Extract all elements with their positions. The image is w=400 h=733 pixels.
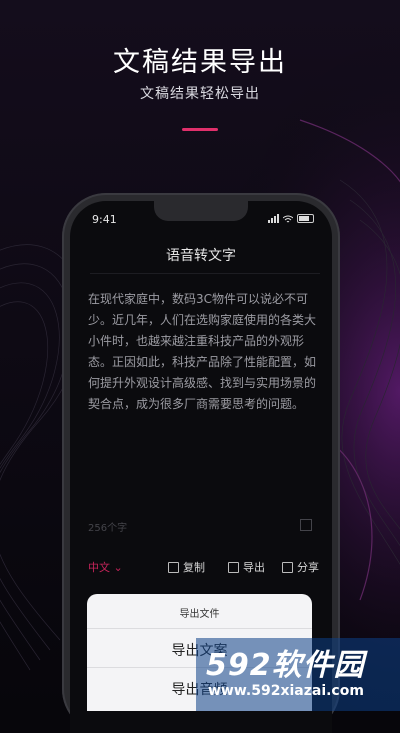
share-button[interactable]: 分享 [282, 559, 319, 575]
hero-subtitle: 文稿结果轻松导出 [140, 86, 260, 102]
hero-title: 文稿结果导出 [113, 47, 287, 78]
sheet-divider [87, 628, 312, 629]
wifi-icon [283, 215, 293, 222]
transcript-text[interactable]: 在现代家庭中，数码3C物件可以说必不可少。近几年，人们在选购家庭使用的各类大小件… [88, 289, 320, 415]
phone-notch [154, 201, 248, 221]
language-selector[interactable]: 中文 ⌄ [88, 559, 123, 575]
copy-label: 复制 [183, 561, 205, 574]
copy-icon [168, 561, 179, 573]
fullscreen-icon[interactable] [300, 519, 312, 531]
watermark-url: www.592xiazai.com [208, 683, 364, 699]
status-time: 9:41 [92, 213, 117, 226]
export-icon [228, 561, 239, 573]
char-count: 256个字 [88, 523, 128, 534]
battery-icon [297, 214, 314, 223]
watermark-brand: 592软件园 [206, 648, 365, 683]
language-label: 中文 [88, 561, 110, 574]
copy-button[interactable]: 复制 [168, 559, 205, 575]
chevron-down-icon: ⌄ [113, 561, 123, 574]
accent-underline [182, 128, 218, 131]
action-toolbar: 中文 ⌄ 复制 导出 分享 [88, 559, 320, 577]
status-icons [268, 214, 314, 223]
app-title: 语音转文字 [166, 248, 236, 264]
sheet-title: 导出文件 [179, 609, 220, 620]
export-button[interactable]: 导出 [228, 559, 265, 575]
signal-icon [268, 214, 279, 223]
share-label: 分享 [297, 561, 319, 574]
share-icon [282, 561, 293, 573]
export-label: 导出 [243, 561, 265, 574]
header-divider [90, 273, 320, 274]
